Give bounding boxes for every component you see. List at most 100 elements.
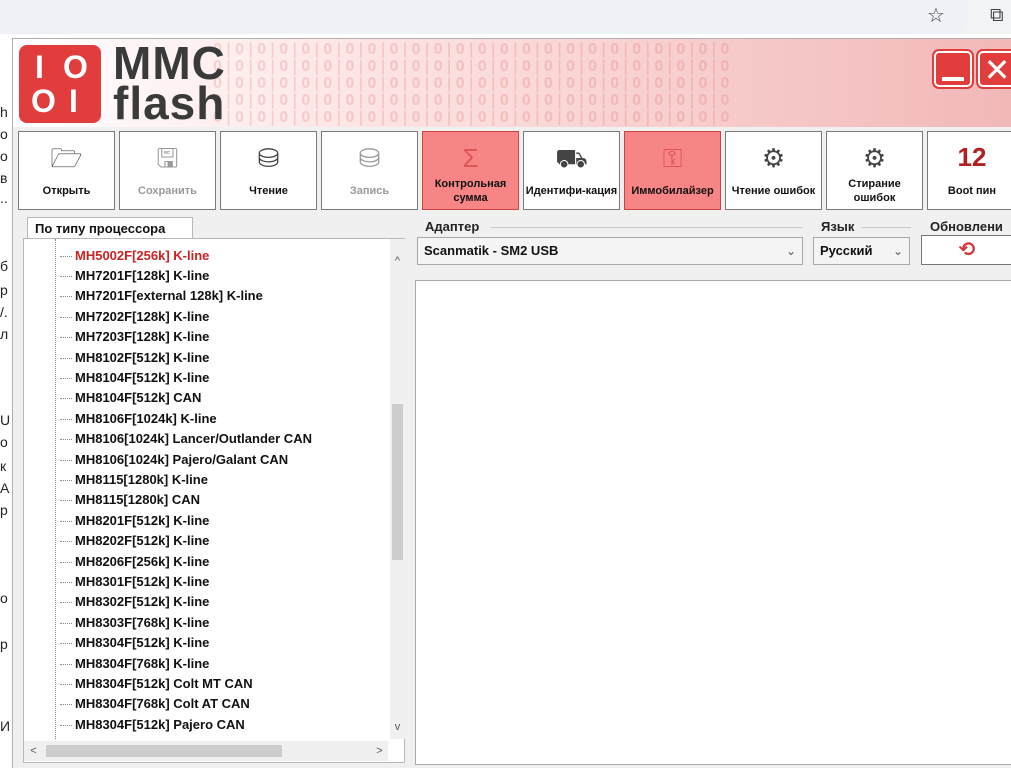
refresh-button[interactable]: ⟲	[921, 235, 1011, 265]
tree-item[interactable]: MH8104F[512k] CAN	[60, 388, 201, 408]
tree-horizontal-scrollbar[interactable]: < >	[24, 741, 388, 761]
background-text-fragment: /.	[0, 304, 8, 320]
binary-pattern-decoration: O|O|O|O|O|O|O|O|O|O|O|O|O|O|O|O|O|O|O|O|…	[213, 40, 732, 126]
key-icon: ⚿	[662, 143, 683, 173]
tree-item[interactable]: MH8106[1024k] Pajero/Galant CAN	[60, 450, 288, 470]
minimize-button[interactable]	[932, 49, 974, 89]
read-errors-button[interactable]: ⚙ Чтение ошибок	[725, 131, 822, 210]
tree-item[interactable]: MH8104F[512k] K-line	[60, 368, 209, 388]
adapter-group-line	[491, 227, 803, 228]
tree-item[interactable]: MH8303F[768k] K-line	[60, 613, 209, 633]
background-text-fragment: о	[0, 590, 8, 606]
background-text-fragment: р	[0, 282, 8, 298]
floppy-disk-icon: 🖫	[156, 143, 179, 173]
background-text-fragment: U	[0, 412, 11, 428]
logo-digit: O	[31, 83, 56, 119]
background-text-fragment: к	[0, 458, 7, 474]
scroll-left-icon[interactable]: <	[26, 743, 41, 759]
scroll-right-icon[interactable]: >	[372, 743, 387, 759]
open-button-label: Открыть	[42, 185, 91, 197]
background-text-fragment: о	[0, 434, 8, 450]
vertical-scroll-thumb[interactable]	[392, 404, 403, 560]
update-label: Обновлени	[930, 219, 1003, 234]
bookmark-star-icon[interactable]: ☆	[927, 5, 945, 27]
clear-errors-button[interactable]: ⚙ Стирание ошибок	[826, 131, 923, 210]
background-text-fragment: o	[0, 126, 8, 142]
tree-item[interactable]: MH8301F[512k] K-line	[60, 572, 209, 592]
background-page: h o о в .. б р /. л U о к А р о р И	[0, 34, 12, 768]
tree-item[interactable]: MH7202F[128k] K-line	[60, 307, 209, 327]
boot-pin-number: 12	[957, 142, 987, 172]
browser-toolbar: ☆ ⧉	[0, 0, 1011, 34]
tree-item[interactable]: MH8304F[512k] Pajero CAN	[60, 715, 245, 735]
language-select[interactable]: Русский ⌄	[813, 237, 910, 265]
tree-item[interactable]: MH8115[1280k] CAN	[60, 490, 200, 510]
app-title-line2: flash	[113, 77, 226, 127]
tree-item[interactable]: MH8206F[256k] K-line	[60, 552, 209, 572]
horizontal-scroll-thumb[interactable]	[46, 745, 282, 757]
logo-digit: I	[69, 83, 78, 119]
tree-item[interactable]: MH8302F[512k] K-line	[60, 592, 209, 612]
tree-item[interactable]: MH8102F[512k] K-line	[60, 348, 209, 368]
tree-item[interactable]: MH8201F[512k] K-line	[60, 511, 209, 531]
tree-item[interactable]: MH8304F[768k] K-line	[60, 654, 209, 674]
tree-item[interactable]: MH7203F[128k] K-line	[60, 327, 209, 347]
engine-read-icon: ⚙	[761, 143, 786, 173]
extensions-icon[interactable]: ⧉	[990, 5, 1004, 27]
checksum-button[interactable]: Σ Контрольная сумма	[422, 131, 519, 210]
tree-item[interactable]: MH8304F[768k] Colt AT CAN	[60, 694, 250, 714]
chip-read-icon: ⛁	[257, 143, 280, 173]
scroll-down-icon[interactable]: v	[390, 719, 405, 735]
background-text-fragment: h	[0, 104, 8, 120]
identify-button[interactable]: ⛟ Идентифи-кация	[523, 131, 620, 210]
engine-clear-icon: ⚙	[862, 143, 887, 173]
save-button[interactable]: 🖫 Сохранить	[119, 131, 216, 210]
boot-pin-button[interactable]: 12 Boot пин	[927, 131, 1011, 210]
read-button-label: Чтение	[249, 185, 288, 197]
app-header: O|O|O|O|O|O|O|O|O|O|O|O|O|O|O|O|O|O|O|O|…	[13, 39, 1011, 127]
tree-item[interactable]: MH8115[1280k] K-line	[60, 470, 208, 490]
app-logo-icon: I O O I	[19, 45, 101, 123]
log-output-area	[415, 280, 1011, 765]
background-text-fragment: о	[0, 148, 8, 164]
identify-button-label: Идентифи-кация	[525, 185, 618, 197]
write-button[interactable]: ⛁ Запись	[321, 131, 418, 210]
background-text-fragment: л	[0, 326, 9, 342]
tree-item[interactable]: MH8106[1024k] Lancer/Outlander CAN	[60, 429, 312, 449]
tree-item[interactable]: MH5002F[256k] K-line	[60, 246, 209, 266]
read-button[interactable]: ⛁ Чтение	[220, 131, 317, 210]
tree-guide-line	[55, 239, 56, 739]
ecu-identify-icon: ⛟	[555, 143, 588, 173]
background-text-fragment: в	[0, 170, 8, 186]
tree-item[interactable]: MH8304F[512k] Colt MT CAN	[60, 674, 253, 694]
tree-item[interactable]: MH8202F[512k] K-line	[60, 531, 209, 551]
language-group-line	[861, 227, 911, 228]
background-text-fragment: б	[0, 258, 9, 274]
boot-pin-button-label: Boot пин	[947, 185, 997, 197]
refresh-icon: ⟲	[958, 239, 976, 261]
background-text-fragment: р	[0, 502, 8, 518]
language-select-value: Русский	[820, 243, 873, 258]
processor-tree: MH5002F[256k] K-line MH7201F[128k] K-lin…	[24, 239, 388, 739]
write-button-label: Запись	[349, 185, 390, 197]
tree-item[interactable]: MH8106F[1024k] K-line	[60, 409, 217, 429]
tree-item[interactable]: MH7201F[128k] K-line	[60, 266, 209, 286]
tree-item[interactable]: MH8304F[512k] K-line	[60, 633, 209, 653]
adapter-label: Адаптер	[425, 219, 480, 234]
language-label: Язык	[821, 219, 855, 234]
tree-item[interactable]: MH7201F[external 128k] K-line	[60, 286, 263, 306]
processor-tree-panel: MH5002F[256k] K-line MH7201F[128k] K-lin…	[23, 238, 405, 763]
logo-digit: O	[63, 49, 88, 85]
scroll-up-icon[interactable]: ^	[390, 253, 405, 269]
minimize-icon	[942, 77, 964, 81]
address-bar-area	[0, 0, 968, 34]
background-text-fragment: ..	[0, 190, 8, 206]
tab-by-processor-type[interactable]: По типу процессора	[27, 217, 193, 239]
read-errors-button-label: Чтение ошибок	[731, 185, 816, 197]
adapter-select[interactable]: Scanmatik - SM2 USB ⌄	[417, 237, 803, 265]
immobilizer-button[interactable]: ⚿ Иммобилайзер	[624, 131, 721, 210]
close-button[interactable]: ✕	[976, 49, 1011, 89]
open-button[interactable]: 🗁 Открыть	[18, 131, 115, 210]
tree-vertical-scrollbar[interactable]: ^ v	[390, 239, 405, 739]
folder-open-icon: 🗁	[50, 143, 83, 173]
